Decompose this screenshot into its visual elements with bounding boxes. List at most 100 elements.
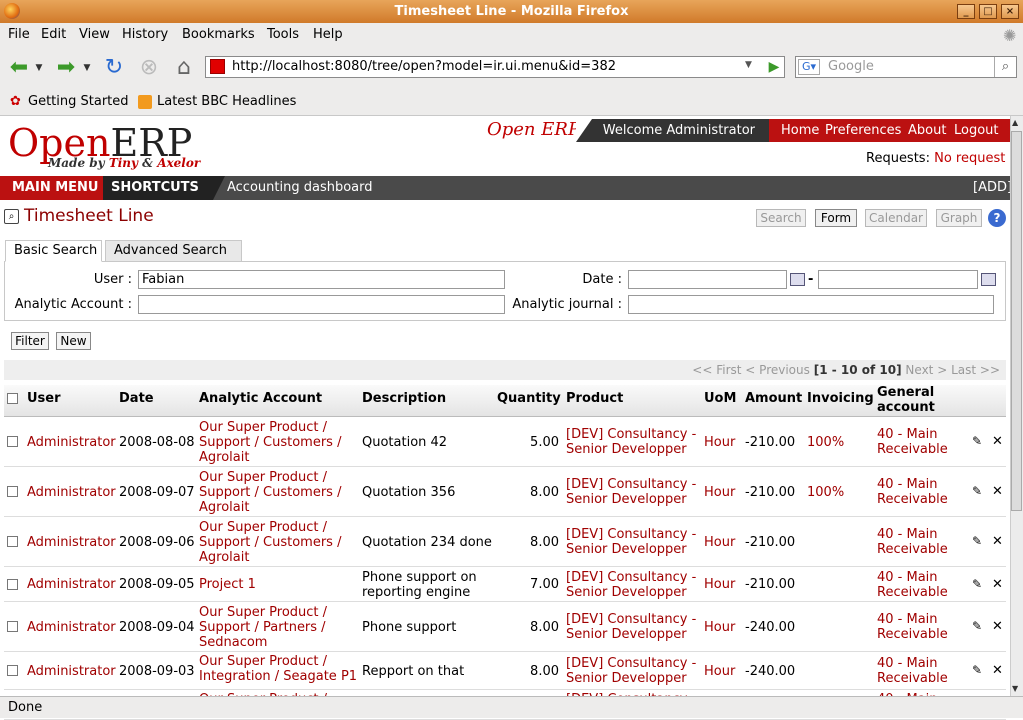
date-from-field[interactable] [628, 270, 787, 289]
menu-tools[interactable]: Tools [267, 27, 299, 42]
table-row[interactable]: Administrator 2008-09-06 Our Super Product… [4, 517, 1006, 567]
cell-user[interactable]: Administrator [27, 485, 117, 500]
col-date[interactable]: Date [119, 391, 154, 406]
pager-previous[interactable]: < Previous [745, 363, 810, 377]
pager-next[interactable]: Next > [905, 363, 947, 377]
stop-icon[interactable]: ⊗ [135, 55, 163, 81]
scrollbar-thumb[interactable] [1011, 131, 1022, 511]
reload-icon[interactable]: ↻ [100, 55, 128, 81]
back-arrow-icon[interactable]: ⬅ [5, 55, 33, 81]
new-button[interactable]: New [56, 332, 91, 350]
google-engine-icon[interactable]: G▾ [798, 59, 820, 75]
col-invoicing[interactable]: Invoicing [807, 391, 874, 406]
cell-uom[interactable]: Hour [704, 620, 744, 635]
edit-icon[interactable]: ✎ [972, 534, 982, 548]
scroll-up-icon[interactable]: ▲ [1012, 118, 1018, 127]
cell-uom[interactable]: Hour [704, 435, 744, 450]
delete-icon[interactable]: ✕ [992, 434, 1003, 449]
cell-product[interactable]: [DEV] Consultancy - Senior Developper [566, 570, 701, 600]
col-user[interactable]: User [27, 391, 61, 406]
minimize-button[interactable]: _ [957, 4, 975, 19]
forward-history-dropdown-icon[interactable]: ▼ [80, 55, 94, 81]
nav-home-link[interactable]: Home [781, 119, 819, 142]
cell-user[interactable]: Administrator [27, 535, 117, 550]
table-row[interactable]: Administrator 2008-09-03 Our Super Product… [4, 652, 1006, 690]
cell-general[interactable]: 40 - Main Receivable [877, 477, 962, 507]
shortcuts-button[interactable]: SHORTCUTS [103, 176, 225, 200]
delete-icon[interactable]: ✕ [992, 534, 1003, 549]
bookmark-bbc-headlines[interactable]: Latest BBC Headlines [157, 94, 296, 109]
home-icon[interactable]: ⌂ [170, 55, 198, 81]
row-checkbox[interactable] [7, 536, 18, 547]
add-shortcut-link[interactable]: [ADD] [973, 176, 1012, 200]
col-quantity[interactable]: Quantity [497, 391, 561, 406]
cell-invoicing[interactable]: 100% [807, 435, 872, 450]
cell-invoicing[interactable]: 100% [807, 485, 872, 500]
main-menu-button[interactable]: MAIN MENU [0, 176, 103, 200]
date-from-calendar-icon[interactable] [790, 273, 805, 286]
cell-product[interactable]: [DEV] Consultancy - Senior Developper [566, 612, 701, 642]
cell-product[interactable]: [DEV] Consultancy - Senior Developper [566, 527, 701, 557]
row-checkbox[interactable] [7, 486, 18, 497]
delete-icon[interactable]: ✕ [992, 484, 1003, 499]
bookmark-getting-started[interactable]: Getting Started [28, 94, 129, 109]
menu-help[interactable]: Help [313, 27, 343, 42]
col-uom[interactable]: UoM [704, 391, 736, 406]
table-row[interactable]: Administrator 2008-08-08 Our Super Product… [4, 417, 1006, 467]
date-to-field[interactable] [818, 270, 978, 289]
edit-icon[interactable]: ✎ [972, 434, 982, 448]
menu-edit[interactable]: Edit [41, 27, 66, 42]
pager-first[interactable]: << First [692, 363, 741, 377]
col-analytic-account[interactable]: Analytic Account [199, 391, 322, 406]
close-window-button[interactable]: × [1001, 4, 1019, 19]
table-row[interactable]: Administrator 2008-09-07 Our Super Product… [4, 467, 1006, 517]
cell-account[interactable]: Our Super Product / Integration / Seagat… [199, 654, 359, 684]
cell-account[interactable]: Our Super Product / Support / Customers … [199, 420, 359, 465]
col-general-account[interactable]: General account [877, 385, 947, 415]
view-graph-button[interactable]: Graph [936, 209, 982, 227]
cell-user[interactable]: Administrator [27, 664, 117, 679]
tab-advanced-search[interactable]: Advanced Search [105, 240, 242, 262]
table-row[interactable]: Administrator 2008-09-04 Our Super Product… [4, 602, 1006, 652]
col-product[interactable]: Product [566, 391, 623, 406]
tab-basic-search[interactable]: Basic Search [5, 240, 102, 262]
view-calendar-button[interactable]: Calendar [865, 209, 927, 227]
nav-preferences-link[interactable]: Preferences [825, 119, 901, 142]
pager-last[interactable]: Last >> [951, 363, 1000, 377]
col-amount[interactable]: Amount [745, 391, 802, 406]
col-description[interactable]: Description [362, 391, 446, 406]
cell-uom[interactable]: Hour [704, 577, 744, 592]
filter-button[interactable]: Filter [11, 332, 49, 350]
cell-product[interactable]: [DEV] Consultancy - Senior Developper [566, 656, 701, 686]
row-checkbox[interactable] [7, 578, 18, 590]
delete-icon[interactable]: ✕ [992, 619, 1003, 634]
menu-file[interactable]: File [8, 27, 30, 42]
delete-icon[interactable]: ✕ [992, 663, 1003, 678]
cell-product[interactable]: [DEV] Consultancy - Senior Developper [566, 477, 701, 507]
view-search-button[interactable]: Search [756, 209, 806, 227]
table-row[interactable]: Administrator 2008-09-05 Project 1 Phone su… [4, 567, 1006, 602]
maximize-button[interactable]: □ [979, 4, 997, 19]
cell-general[interactable]: 40 - Main Receivable [877, 570, 962, 600]
go-arrow-icon[interactable]: ▶ [764, 56, 784, 78]
menu-bookmarks[interactable]: Bookmarks [182, 27, 255, 42]
row-checkbox[interactable] [7, 436, 18, 447]
web-search-box[interactable]: G▾ Google ⌕ [795, 56, 1017, 78]
nav-logout-link[interactable]: Logout [954, 119, 999, 142]
cell-uom[interactable]: Hour [704, 664, 744, 679]
row-checkbox[interactable] [7, 621, 18, 632]
row-checkbox[interactable] [7, 665, 18, 676]
forward-arrow-icon[interactable]: ➡ [52, 55, 80, 81]
url-bar[interactable]: http://localhost:8080/tree/open?model=ir… [205, 56, 785, 78]
cell-general[interactable]: 40 - Main Receivable [877, 612, 962, 642]
select-all-checkbox[interactable] [7, 393, 18, 404]
cell-uom[interactable]: Hour [704, 535, 744, 550]
menu-view[interactable]: View [79, 27, 110, 42]
cell-account[interactable]: Our Super Product / Support / Partners /… [199, 605, 359, 650]
requests-link[interactable]: No request [934, 151, 1005, 166]
edit-icon[interactable]: ✎ [972, 663, 982, 677]
cell-user[interactable]: Administrator [27, 435, 117, 450]
cell-user[interactable]: Administrator [27, 577, 117, 592]
url-dropdown-icon[interactable]: ▼ [745, 60, 752, 70]
cell-account[interactable]: Our Super Product / Support / Customers … [199, 520, 359, 565]
